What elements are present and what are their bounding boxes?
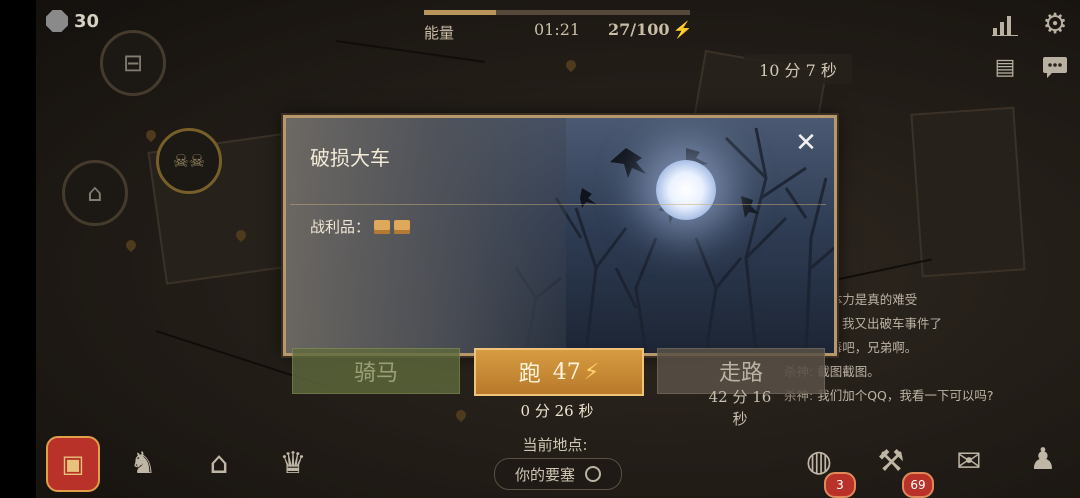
map-marker-danger[interactable]: ☠☠ — [156, 128, 222, 194]
hammer-icon: ⚒ — [877, 443, 905, 479]
inventory-badge: 3 — [824, 472, 856, 498]
close-icon: ✕ — [795, 128, 817, 158]
scroll-icon: ✉ — [956, 443, 982, 479]
journal-button[interactable]: ▣ — [46, 436, 100, 492]
chat-bubble-graphic — [1043, 57, 1067, 78]
map-marker-chest[interactable]: ⊟ — [100, 30, 166, 96]
quest-scroll-button[interactable]: ✉ — [944, 436, 994, 486]
horse-icon: ♞ — [129, 445, 157, 481]
map-tree — [123, 237, 139, 253]
current-location-name: 你的要塞 — [514, 465, 575, 484]
stamina-value: 27/100 — [608, 20, 670, 39]
document-icon[interactable]: ▤ — [990, 52, 1020, 82]
stats-icon[interactable] — [990, 10, 1020, 40]
bolt-icon: ⚡ — [672, 20, 693, 39]
character-icon: ♟ — [1029, 441, 1057, 477]
loot-label: 战利品： — [310, 218, 371, 236]
chest-icon: ⊟ — [122, 49, 144, 77]
settings-icon[interactable]: ⚙ — [1040, 7, 1070, 40]
map-tree — [143, 127, 159, 143]
loot-crate-icon — [374, 219, 391, 234]
locate-icon — [585, 466, 601, 482]
map-tree — [453, 407, 469, 423]
screen-left-band — [0, 0, 36, 498]
horse-button[interactable]: ♞ — [118, 438, 168, 488]
energy-bar-fill — [424, 10, 496, 15]
walk-label: 走路 — [718, 361, 763, 386]
coin-value: 30 — [74, 10, 100, 32]
stats-icon-graphic — [992, 16, 1018, 36]
stamina-counter: 27/100 ⚡ — [608, 20, 692, 39]
chat-text: 我们加个QQ，我看一下可以吗? — [817, 388, 994, 403]
run-button[interactable]: 跑 47 ⚡ — [474, 348, 644, 396]
chat-message: 杀神: 截图截图。 — [784, 360, 1074, 384]
loot-row: 战利品： — [310, 216, 411, 237]
coin-icon — [46, 10, 68, 32]
chat-message: 杀神: 我们加个QQ，我看一下可以吗? — [784, 384, 1074, 408]
map-tile — [910, 106, 1026, 278]
coin-counter: 30 — [46, 10, 99, 32]
loot-crate-icon — [394, 219, 411, 234]
ride-horse-button[interactable]: 骑马 — [292, 348, 460, 394]
event-countdown: 10 分 7 秒 — [744, 54, 852, 84]
ride-horse-label: 骑马 — [353, 361, 398, 386]
run-duration: 0 分 26 秒 — [520, 402, 594, 420]
chat-text: 截图截图。 — [817, 364, 880, 379]
run-cost: 47 — [552, 359, 581, 385]
run-label: 跑 — [518, 362, 541, 387]
chat-bubble-icon[interactable] — [1040, 52, 1070, 82]
map-tree — [563, 57, 579, 73]
house-icon: ⌂ — [87, 179, 103, 207]
current-location-button[interactable]: 你的要塞 — [494, 458, 622, 490]
dialog-title: 破损大车 — [310, 146, 390, 170]
character-button[interactable]: ♟ — [1018, 434, 1068, 484]
energy-timer: 01:21 — [534, 20, 581, 39]
map-crack — [335, 40, 485, 63]
book-icon: ▣ — [61, 450, 85, 478]
energy-label: 能量 — [424, 24, 455, 42]
map-marker-house[interactable]: ⌂ — [62, 160, 128, 226]
energy-bar — [424, 10, 690, 15]
crafting-badge: 69 — [902, 472, 934, 498]
current-location-label: 当前地点: — [522, 436, 588, 454]
walk-duration: 42 分 16 秒 — [708, 388, 772, 428]
skulls-icon: ☠☠ — [172, 150, 206, 172]
dialog-header: 破损大车 — [290, 122, 826, 205]
close-button[interactable]: ✕ — [791, 128, 821, 158]
crown-button[interactable]: ♛ — [268, 438, 318, 488]
bolt-icon: ⚡ — [583, 359, 600, 385]
build-house-icon: ⌂ — [209, 445, 229, 481]
event-dialog: 破损大车 ✕ 战利品： — [283, 115, 837, 356]
build-button[interactable]: ⌂ — [194, 438, 244, 488]
crown-icon: ♛ — [279, 445, 307, 481]
